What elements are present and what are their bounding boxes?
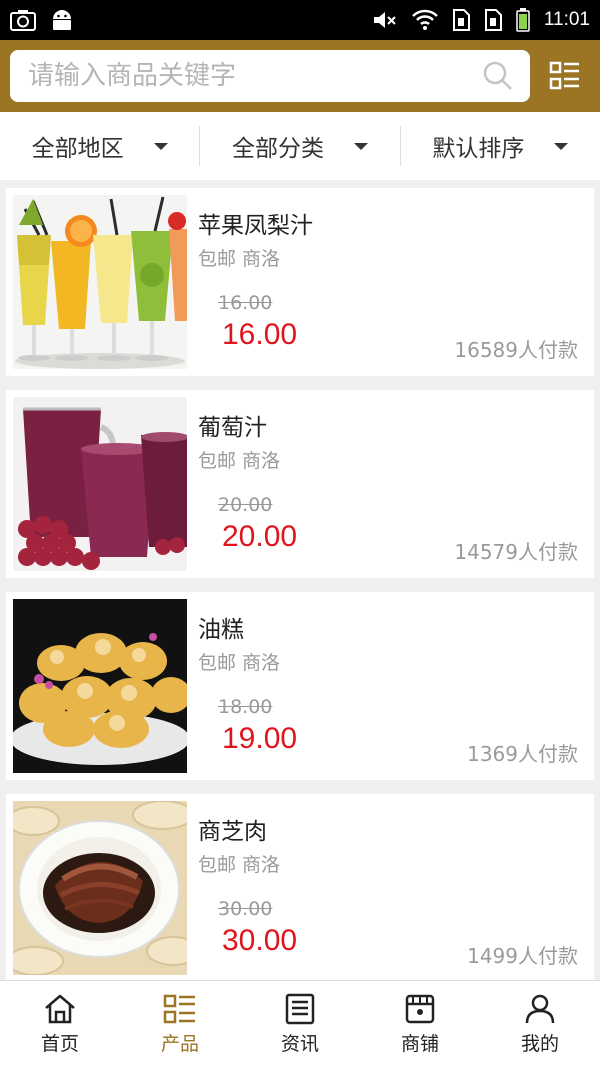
product-card[interactable]: 油糕 包邮 商洛 18.00 19.00 1369人付款 bbox=[6, 592, 594, 780]
product-image-braised-pork[interactable] bbox=[13, 801, 187, 975]
product-original-price: 16.00 bbox=[218, 292, 273, 314]
nav-mine-label: 我的 bbox=[520, 1032, 559, 1055]
filter-category-label: 全部分类 bbox=[231, 136, 324, 162]
shop-icon bbox=[405, 994, 435, 1023]
product-image-pineapple-juice[interactable] bbox=[13, 195, 187, 369]
battery-icon bbox=[516, 8, 530, 32]
filter-region-label: 全部地区 bbox=[31, 136, 124, 162]
product-original-price: 18.00 bbox=[218, 696, 273, 718]
nav-shops-label: 商铺 bbox=[400, 1032, 439, 1055]
list-menu-icon bbox=[549, 61, 579, 90]
product-card[interactable]: 商芝肉 包邮 商洛 30.00 30.00 1499人付款 bbox=[6, 794, 594, 982]
product-original-price: 30.00 bbox=[218, 898, 273, 920]
sim2-icon bbox=[484, 9, 502, 31]
product-image-grape-juice[interactable] bbox=[13, 397, 187, 571]
product-tags: 包邮 商洛 bbox=[198, 652, 281, 674]
filter-sort-label: 默认排序 bbox=[432, 136, 525, 162]
android-icon bbox=[53, 10, 71, 30]
product-tags: 包邮 商洛 bbox=[198, 854, 281, 876]
caret-down-icon bbox=[153, 142, 168, 150]
caret-down-icon bbox=[554, 142, 569, 150]
wifi-icon bbox=[411, 9, 438, 30]
product-sold-count: 1369人付款 bbox=[467, 742, 578, 766]
status-bar: 11:01 bbox=[0, 0, 600, 40]
sim1-icon bbox=[452, 9, 470, 31]
nav-home-label: 首页 bbox=[40, 1032, 79, 1055]
product-price: 20.00 bbox=[222, 520, 298, 553]
news-icon bbox=[285, 993, 315, 1024]
nav-products[interactable]: 产品 bbox=[120, 981, 240, 1067]
home-icon bbox=[45, 994, 75, 1023]
filter-category[interactable]: 全部分类 bbox=[200, 126, 401, 166]
filter-bar: 全部地区 全部分类 默认排序 bbox=[0, 112, 600, 180]
product-tags: 包邮 商洛 bbox=[198, 248, 281, 270]
screenshot-icon bbox=[10, 10, 36, 31]
product-price: 30.00 bbox=[222, 924, 298, 957]
mute-icon bbox=[373, 12, 396, 28]
search-box[interactable] bbox=[10, 50, 530, 102]
product-price: 19.00 bbox=[222, 722, 298, 755]
product-title[interactable]: 油糕 bbox=[198, 610, 244, 644]
product-sold-count: 14579人付款 bbox=[454, 540, 578, 564]
product-card[interactable]: 苹果凤梨汁 包邮 商洛 16.00 16.00 16589人付款 bbox=[6, 188, 594, 376]
search-input[interactable] bbox=[28, 61, 448, 91]
header bbox=[0, 40, 600, 112]
product-price: 16.00 bbox=[222, 318, 298, 351]
product-title[interactable]: 商芝肉 bbox=[198, 812, 267, 846]
filter-sort[interactable]: 默认排序 bbox=[401, 126, 600, 166]
product-tags: 包邮 商洛 bbox=[198, 450, 281, 472]
nav-shops[interactable]: 商铺 bbox=[360, 981, 480, 1067]
product-title[interactable]: 葡萄汁 bbox=[198, 408, 267, 442]
search-icon[interactable] bbox=[482, 60, 514, 92]
nav-mine[interactable]: 我的 bbox=[480, 981, 600, 1067]
product-sold-count: 1499人付款 bbox=[467, 944, 578, 968]
status-time: 11:01 bbox=[543, 9, 590, 30]
caret-down-icon bbox=[353, 142, 368, 150]
category-menu-button[interactable] bbox=[540, 54, 590, 98]
bottom-nav: 首页 产品 资讯 商铺 我的 bbox=[0, 980, 600, 1067]
product-card[interactable]: 葡萄汁 包邮 商洛 20.00 20.00 14579人付款 bbox=[6, 390, 594, 578]
nav-home[interactable]: 首页 bbox=[0, 981, 120, 1067]
product-sold-count: 16589人付款 bbox=[454, 338, 578, 362]
product-grid-icon bbox=[163, 994, 195, 1023]
nav-products-label: 产品 bbox=[160, 1032, 199, 1055]
product-original-price: 20.00 bbox=[218, 494, 273, 516]
product-image-fried-cakes[interactable] bbox=[13, 599, 187, 773]
user-icon bbox=[525, 994, 555, 1023]
filter-region[interactable]: 全部地区 bbox=[0, 126, 201, 166]
nav-news-label: 资讯 bbox=[280, 1032, 319, 1055]
product-title[interactable]: 苹果凤梨汁 bbox=[198, 206, 313, 240]
nav-news[interactable]: 资讯 bbox=[240, 981, 360, 1067]
